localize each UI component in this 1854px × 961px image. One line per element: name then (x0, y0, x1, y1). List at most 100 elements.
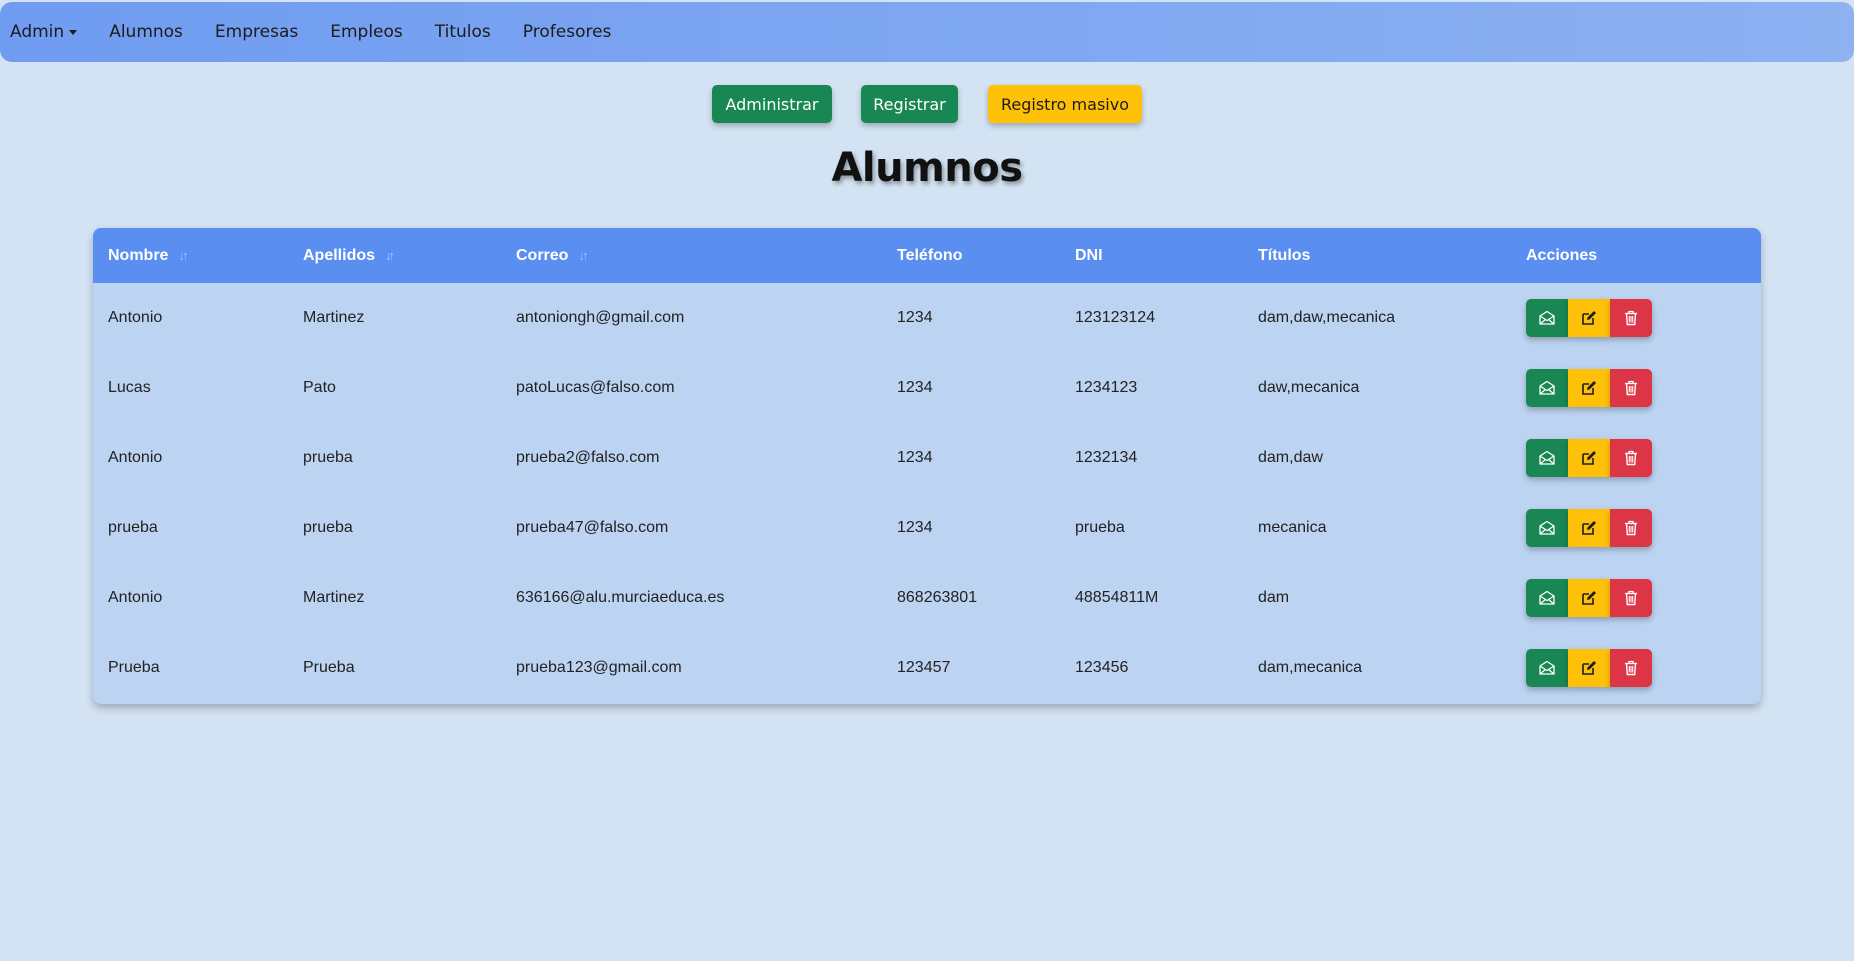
trash-icon (1624, 520, 1638, 536)
delete-button[interactable] (1610, 509, 1652, 547)
envelope-icon (1538, 310, 1556, 326)
nav-item-empleos[interactable]: Empleos (330, 22, 403, 42)
cell-dni: 1234123 (1075, 379, 1138, 396)
navbar: Admin Alumnos Empresas Empleos Titulos P… (0, 2, 1854, 62)
delete-button[interactable] (1610, 369, 1652, 407)
cell-telefono: 868263801 (897, 589, 978, 606)
table-body: Antonio Martinez antoniongh@gmail.com 1234 1… (93, 283, 1761, 703)
edit-icon (1581, 660, 1597, 676)
registro-masivo-button[interactable]: Registro masivo (988, 85, 1142, 123)
delete-button[interactable] (1610, 299, 1652, 337)
cell-dni: 48854811M (1075, 589, 1159, 606)
cell-telefono: 1234 (897, 519, 933, 536)
cell-nombre: Antonio (108, 589, 163, 606)
row-actions (1526, 649, 1761, 687)
nav-admin-label: Admin (10, 22, 65, 42)
nav-item-alumnos[interactable]: Alumnos (109, 22, 183, 42)
delete-button[interactable] (1610, 439, 1652, 477)
edit-button[interactable] (1568, 369, 1610, 407)
cell-apellidos: Pato (303, 379, 336, 396)
edit-button[interactable] (1568, 299, 1610, 337)
send-email-button[interactable] (1526, 299, 1568, 337)
delete-button[interactable] (1610, 579, 1652, 617)
cell-titulos: dam (1258, 589, 1290, 606)
nav-admin-dropdown[interactable]: Admin (10, 22, 78, 42)
edit-button[interactable] (1568, 509, 1610, 547)
send-email-button[interactable] (1526, 439, 1568, 477)
envelope-icon (1538, 450, 1556, 466)
send-email-button[interactable] (1526, 579, 1568, 617)
cell-correo: prueba47@falso.com (516, 519, 669, 536)
send-email-button[interactable] (1526, 509, 1568, 547)
cell-apellidos: Martinez (303, 589, 365, 606)
cell-dni: 123123124 (1075, 309, 1156, 326)
cell-telefono: 1234 (897, 309, 933, 326)
cell-apellidos: Prueba (303, 659, 355, 676)
row-actions (1526, 439, 1761, 477)
cell-telefono: 1234 (897, 379, 933, 396)
cell-telefono: 1234 (897, 449, 933, 466)
edit-button[interactable] (1568, 579, 1610, 617)
edit-icon (1581, 310, 1597, 326)
administrar-button[interactable]: Administrar (712, 85, 832, 123)
trash-icon (1624, 310, 1638, 326)
trash-icon (1624, 660, 1638, 676)
sort-icon: ↓↑ (178, 247, 188, 263)
column-header-apellidos[interactable]: Apellidos ↓↑ (288, 228, 501, 283)
edit-button[interactable] (1568, 439, 1610, 477)
trash-icon (1624, 590, 1638, 606)
table-row: Antonio Martinez antoniongh@gmail.com 1234 1… (93, 283, 1761, 353)
delete-button[interactable] (1610, 649, 1652, 687)
cell-telefono: 123457 (897, 659, 951, 676)
edit-button[interactable] (1568, 649, 1610, 687)
row-actions (1526, 369, 1761, 407)
row-actions (1526, 509, 1761, 547)
table-row: Lucas Pato patoLucas@falso.com 1234 1234123 d… (93, 353, 1761, 423)
alumnos-table-container: Nombre ↓↑ Apellidos ↓↑ Correo ↓↑ Teléfono D… (93, 228, 1761, 704)
nav-item-titulos[interactable]: Titulos (435, 22, 491, 42)
send-email-button[interactable] (1526, 649, 1568, 687)
send-email-button[interactable] (1526, 369, 1568, 407)
cell-titulos: mecanica (1258, 519, 1327, 536)
column-header-nombre[interactable]: Nombre ↓↑ (93, 228, 288, 283)
cell-titulos: dam,mecanica (1258, 659, 1363, 676)
cell-apellidos: prueba (303, 519, 353, 536)
cell-acciones (1511, 353, 1761, 423)
alumnos-table: Nombre ↓↑ Apellidos ↓↑ Correo ↓↑ Teléfono D… (93, 228, 1761, 703)
column-header-dni: DNI (1075, 246, 1103, 264)
cell-acciones (1511, 633, 1761, 703)
edit-icon (1581, 520, 1597, 536)
cell-dni: 1232134 (1075, 449, 1138, 466)
sort-icon: ↓↑ (578, 247, 588, 263)
column-header-correo[interactable]: Correo ↓↑ (501, 228, 882, 283)
edit-icon (1581, 450, 1597, 466)
table-row: Antonio prueba prueba2@falso.com 1234 123213… (93, 423, 1761, 493)
registrar-button[interactable]: Registrar (861, 85, 958, 123)
caret-down-icon (69, 29, 78, 35)
row-actions (1526, 299, 1761, 337)
table-row: prueba prueba prueba47@falso.com 1234 prueba… (93, 493, 1761, 563)
nav-item-profesores[interactable]: Profesores (523, 22, 612, 42)
cell-dni: 123456 (1075, 659, 1129, 676)
cell-acciones (1511, 423, 1761, 493)
cell-correo: 636166@alu.murciaeduca.es (516, 589, 725, 606)
trash-icon (1624, 380, 1638, 396)
column-header-acciones: Acciones (1526, 246, 1598, 264)
cell-titulos: dam,daw (1258, 449, 1323, 466)
table-row: Antonio Martinez 636166@alu.murciaeduca.es… (93, 563, 1761, 633)
cell-correo: prueba123@gmail.com (516, 659, 682, 676)
cell-correo: antoniongh@gmail.com (516, 309, 685, 326)
nav-item-empresas[interactable]: Empresas (215, 22, 298, 42)
edit-icon (1581, 380, 1597, 396)
cell-acciones (1511, 493, 1761, 563)
envelope-icon (1538, 520, 1556, 536)
cell-apellidos: Martinez (303, 309, 365, 326)
page-title: Alumnos (831, 145, 1023, 191)
sort-icon: ↓↑ (385, 247, 395, 263)
table-header-row: Nombre ↓↑ Apellidos ↓↑ Correo ↓↑ Teléfono D… (93, 228, 1761, 283)
edit-icon (1581, 590, 1597, 606)
cell-titulos: dam,daw,mecanica (1258, 309, 1395, 326)
cell-acciones (1511, 283, 1761, 353)
cell-correo: prueba2@falso.com (516, 449, 660, 466)
cell-titulos: daw,mecanica (1258, 379, 1360, 396)
